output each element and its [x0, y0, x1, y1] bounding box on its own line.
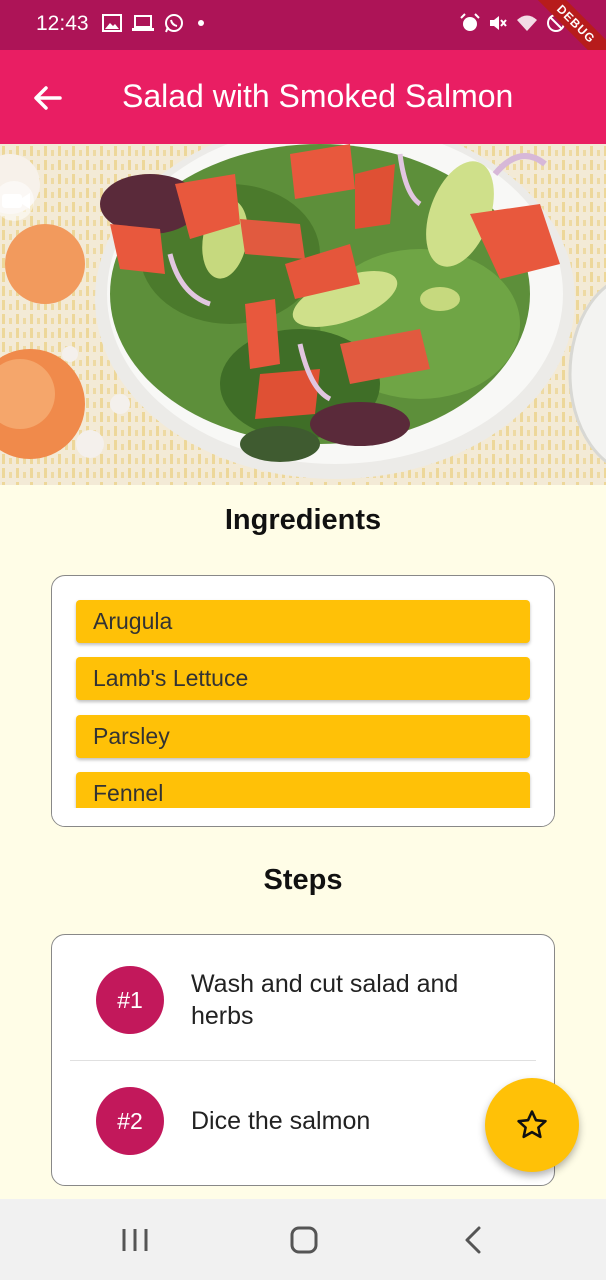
gallery-icon [102, 14, 122, 32]
wifi-icon [517, 15, 537, 31]
step-text: Wash and cut salad and herbs [191, 970, 459, 1030]
ingredient-item: Arugula [76, 600, 530, 643]
back-icon [465, 1226, 481, 1254]
status-bar: 12:43 DEBUG [0, 0, 606, 74]
system-icons [460, 13, 566, 33]
mute-icon [490, 16, 507, 30]
laptop-icon [132, 15, 154, 31]
alarm-icon [460, 13, 480, 31]
arrow-left-icon [34, 86, 62, 110]
steps-list[interactable]: #1 Wash and cut salad and herbs #2 Dice … [51, 934, 555, 1186]
home-button[interactable] [284, 1225, 324, 1255]
video-icon[interactable] [0, 180, 42, 222]
steps-title: Steps [263, 864, 343, 896]
list-item[interactable]: #2 Dice the salmon [52, 1061, 554, 1185]
dot-icon [198, 20, 204, 26]
recent-apps-button[interactable] [115, 1225, 155, 1255]
ingredient-item: Parsley [76, 715, 530, 758]
status-time: 12:43 [36, 12, 89, 35]
salad-illustration [0, 144, 606, 485]
list-item[interactable]: #1 Wash and cut salad and herbs [52, 935, 554, 1060]
system-navigation-bar [0, 1199, 606, 1280]
favorite-button[interactable] [485, 1078, 579, 1172]
app-bar: Salad with Smoked Salmon [0, 50, 606, 144]
nav-back-button[interactable] [455, 1225, 495, 1255]
ingredients-list[interactable]: Arugula Lamb's Lettuce Parsley Fennel [51, 575, 555, 827]
page-title: Salad with Smoked Salmon [122, 78, 514, 114]
recent-apps-icon [122, 1229, 148, 1251]
step-number-badge: #1 [96, 966, 164, 1034]
back-button[interactable] [30, 80, 66, 116]
list-clip [52, 808, 554, 826]
step-number-badge: #2 [96, 1087, 164, 1155]
notification-icons [102, 13, 208, 33]
ingredient-item: Lamb's Lettuce [76, 657, 530, 700]
ingredients-title: Ingredients [224, 504, 382, 536]
recipe-image [0, 144, 606, 485]
step-text: Dice the salmon [191, 1107, 371, 1135]
star-outline-icon [517, 1110, 547, 1139]
home-icon [290, 1226, 318, 1254]
whatsapp-icon [165, 14, 183, 33]
